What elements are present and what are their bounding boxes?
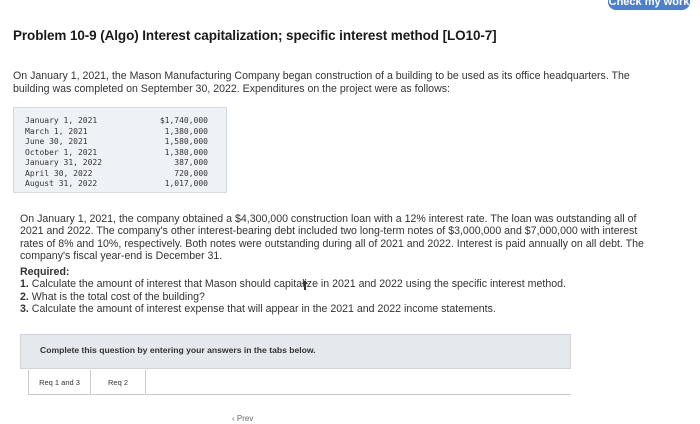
required-section: Required: 1. Calculate the amount of int…	[20, 266, 645, 316]
expenditure-dates: January 1, 2021 March 1, 2021 June 30, 2…	[25, 116, 102, 190]
required-item: 2. What is the total cost of the buildin…	[20, 291, 645, 303]
answer-tabs: Req 1 and 3 Req 2	[28, 370, 146, 395]
bottom-navigation: ‹ Prev	[232, 414, 253, 423]
check-my-work-button[interactable]: Check my work	[608, 0, 690, 10]
required-item-text: Calculate the amount of interest that Ma…	[31, 278, 566, 291]
required-item: 3. Calculate the amount of interest expe…	[20, 303, 645, 315]
required-item: 1. Calculate the amount of interest that…	[20, 278, 645, 290]
expenditure-date: March 1, 2021	[25, 126, 88, 136]
expenditure-amount: 1,380,000	[164, 147, 208, 157]
instructions-text: Complete this question by entering your …	[40, 345, 316, 355]
expenditure-date: June 30, 2021	[25, 137, 88, 146]
expenditure-date: April 30, 2022	[25, 168, 93, 178]
problem-intro: On January 1, 2021, the Mason Manufactur…	[13, 70, 630, 95]
required-item-text: What is the total cost of the building?	[31, 290, 205, 303]
problem-title: Problem 10-9 (Algo) Interest capitalizat…	[13, 28, 497, 43]
expenditure-date: August 31, 2022	[25, 179, 98, 188]
required-heading: Required:	[20, 266, 70, 278]
tab-divider	[28, 394, 571, 395]
expenditure-date: October 1, 2021	[25, 147, 98, 157]
expenditure-date: January 31, 2022	[25, 158, 103, 167]
tab-label: Req 1 and 3	[39, 377, 80, 387]
chevron-left-icon: ‹	[232, 414, 235, 423]
expenditure-amount: 1,580,000	[164, 137, 208, 146]
expenditure-amount: 387,000	[174, 158, 208, 167]
expenditure-amount: $1,740,000	[159, 116, 208, 125]
loan-paragraph: On January 1, 2021, the company obtained…	[20, 213, 644, 263]
mouse-cursor-icon	[302, 280, 308, 290]
tab-req-1-and-3[interactable]: Req 1 and 3	[28, 370, 91, 395]
expenditure-amount: 1,380,000	[164, 126, 208, 136]
tab-label: Req 2	[107, 377, 128, 387]
tab-req-2[interactable]: Req 2	[91, 370, 146, 395]
expenditure-date: January 1, 2021	[25, 116, 98, 125]
prev-button[interactable]: ‹ Prev	[232, 414, 253, 423]
required-list: 1. Calculate the amount of interest that…	[20, 278, 645, 315]
expenditure-amounts: $1,740,000 1,380,000 1,580,000 1,380,000…	[152, 116, 208, 190]
required-item-number: 3.	[20, 303, 29, 316]
required-item-number: 1.	[20, 278, 29, 291]
instructions-box: Complete this question by entering your …	[20, 334, 571, 369]
expenditure-amount: 720,000	[174, 168, 208, 178]
required-item-text: Calculate the amount of interest expense…	[31, 303, 496, 316]
required-item-number: 2.	[20, 290, 29, 303]
prev-label: Prev	[236, 414, 254, 423]
check-my-work-label: Check my work	[608, 0, 690, 8]
expenditures-table: January 1, 2021 March 1, 2021 June 30, 2…	[13, 107, 227, 193]
expenditure-amount: 1,017,000	[164, 179, 208, 188]
